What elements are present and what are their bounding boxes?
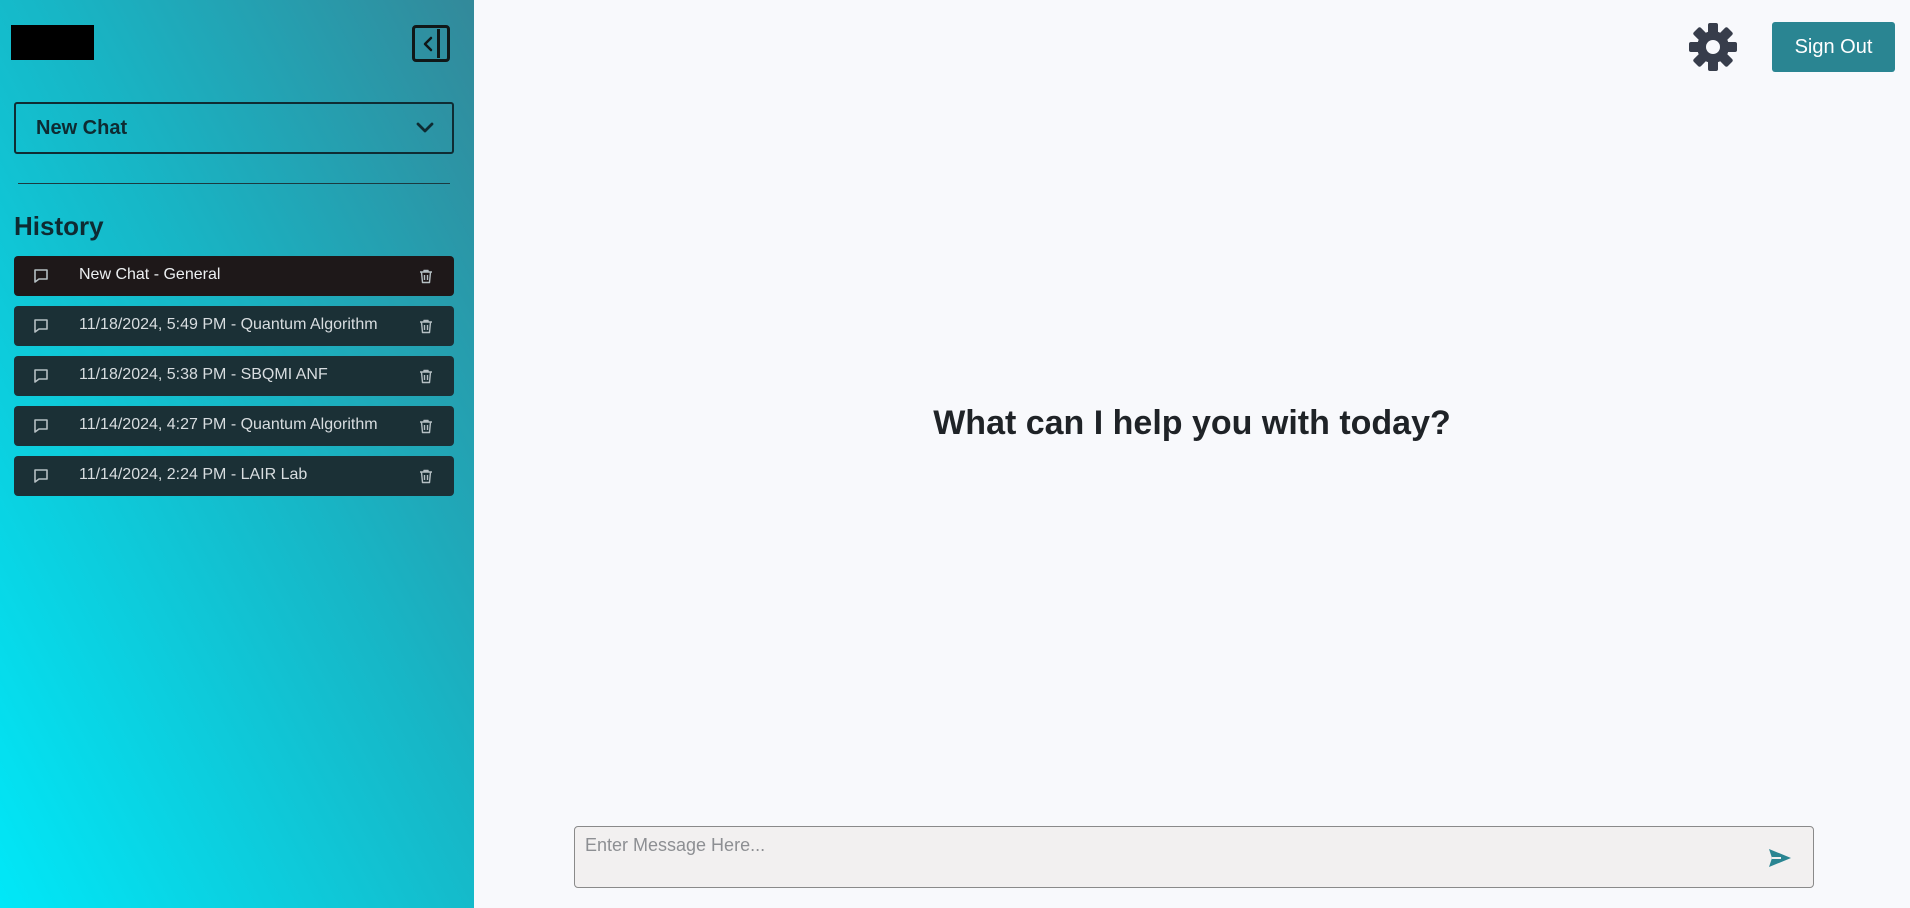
send-icon[interactable] [1767, 847, 1793, 869]
chat-bubble-icon [34, 469, 48, 483]
collapse-sidebar-button[interactable] [412, 25, 450, 62]
gear-icon[interactable] [1688, 22, 1738, 72]
new-chat-select[interactable]: New Chat [14, 102, 454, 154]
history-item-label: 11/14/2024, 4:27 PM - Quantum Algorithm [79, 416, 378, 433]
history-list: New Chat - General 11/18/2024, 5:49 PM -… [14, 256, 454, 506]
trash-icon[interactable] [418, 418, 434, 434]
logo [11, 25, 94, 60]
message-composer [574, 826, 1814, 888]
trash-icon[interactable] [418, 368, 434, 384]
history-item-label: New Chat - General [79, 266, 221, 283]
chat-bubble-icon [34, 269, 48, 283]
history-item-label: 11/18/2024, 5:49 PM - Quantum Algorithm [79, 316, 378, 333]
message-input[interactable] [575, 827, 1755, 887]
chat-bubble-icon [34, 419, 48, 433]
trash-icon[interactable] [418, 468, 434, 484]
history-item[interactable]: 11/14/2024, 2:24 PM - LAIR Lab [14, 456, 454, 496]
chat-bubble-icon [34, 369, 48, 383]
history-item[interactable]: New Chat - General [14, 256, 454, 296]
history-item-label: 11/14/2024, 2:24 PM - LAIR Lab [79, 466, 308, 483]
history-item[interactable]: 11/18/2024, 5:38 PM - SBQMI ANF [14, 356, 454, 396]
sidebar: New Chat History New Chat - General 11/1… [0, 0, 474, 908]
main-heading: What can I help you with today? [933, 404, 1451, 442]
history-item[interactable]: 11/18/2024, 5:49 PM - Quantum Algorithm [14, 306, 454, 346]
history-item-label: 11/18/2024, 5:38 PM - SBQMI ANF [79, 366, 328, 383]
sidebar-divider [18, 183, 450, 184]
chevron-left-icon [423, 36, 433, 52]
new-chat-select-label: New Chat [36, 116, 128, 139]
chevron-down-icon [416, 122, 434, 133]
history-item[interactable]: 11/14/2024, 4:27 PM - Quantum Algorithm [14, 406, 454, 446]
sign-out-button[interactable]: Sign Out [1772, 22, 1895, 72]
history-title: History [14, 211, 104, 241]
trash-icon[interactable] [418, 268, 434, 284]
trash-icon[interactable] [418, 318, 434, 334]
chat-bubble-icon [34, 319, 48, 333]
